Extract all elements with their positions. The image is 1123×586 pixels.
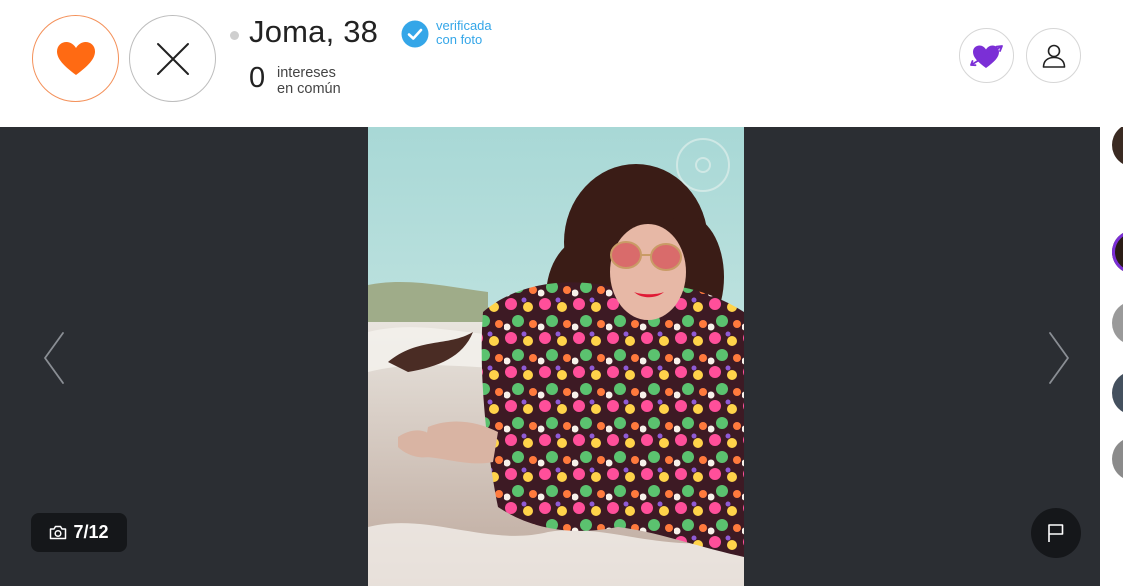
thumbnail-selected[interactable]: [1112, 230, 1123, 274]
camera-icon: [50, 525, 67, 540]
chevron-left-icon: [44, 332, 64, 384]
photo-counter: 7/12: [31, 513, 127, 552]
photo-gallery: 7/12: [0, 127, 1123, 586]
online-status-dot: [230, 31, 239, 40]
user-icon: [1042, 44, 1065, 68]
verified-check-icon: [401, 20, 429, 48]
heart-icon: [56, 41, 95, 75]
thumbnail[interactable]: [1112, 127, 1123, 167]
profile-header: Joma, 38 verificada con foto 0 intereses…: [0, 0, 1123, 127]
like-button[interactable]: [32, 15, 119, 102]
heart-arrow-icon: [969, 44, 1003, 68]
thumbnail[interactable]: [1112, 301, 1123, 345]
next-photo-button[interactable]: [1048, 332, 1070, 389]
photo-counter-text: 7/12: [73, 522, 109, 542]
verified-label: verificada con foto: [436, 18, 492, 47]
profile-photo[interactable]: [368, 127, 744, 586]
previous-photo-button[interactable]: [43, 332, 65, 389]
interests-label: intereses en común: [277, 65, 341, 97]
profile-name-age: Joma, 38: [249, 14, 379, 49]
chevron-right-icon: [1049, 332, 1069, 384]
thumbnail[interactable]: [1112, 371, 1123, 415]
crush-button[interactable]: [959, 28, 1014, 83]
pass-button[interactable]: [129, 15, 216, 102]
close-icon: [156, 42, 189, 75]
thumbnail[interactable]: [1112, 437, 1123, 481]
thumbnail-strip: [1100, 127, 1123, 586]
profile-button[interactable]: [1026, 28, 1081, 83]
flag-icon: [1048, 524, 1064, 542]
report-button[interactable]: [1031, 508, 1081, 558]
interests-count: 0: [249, 62, 266, 94]
